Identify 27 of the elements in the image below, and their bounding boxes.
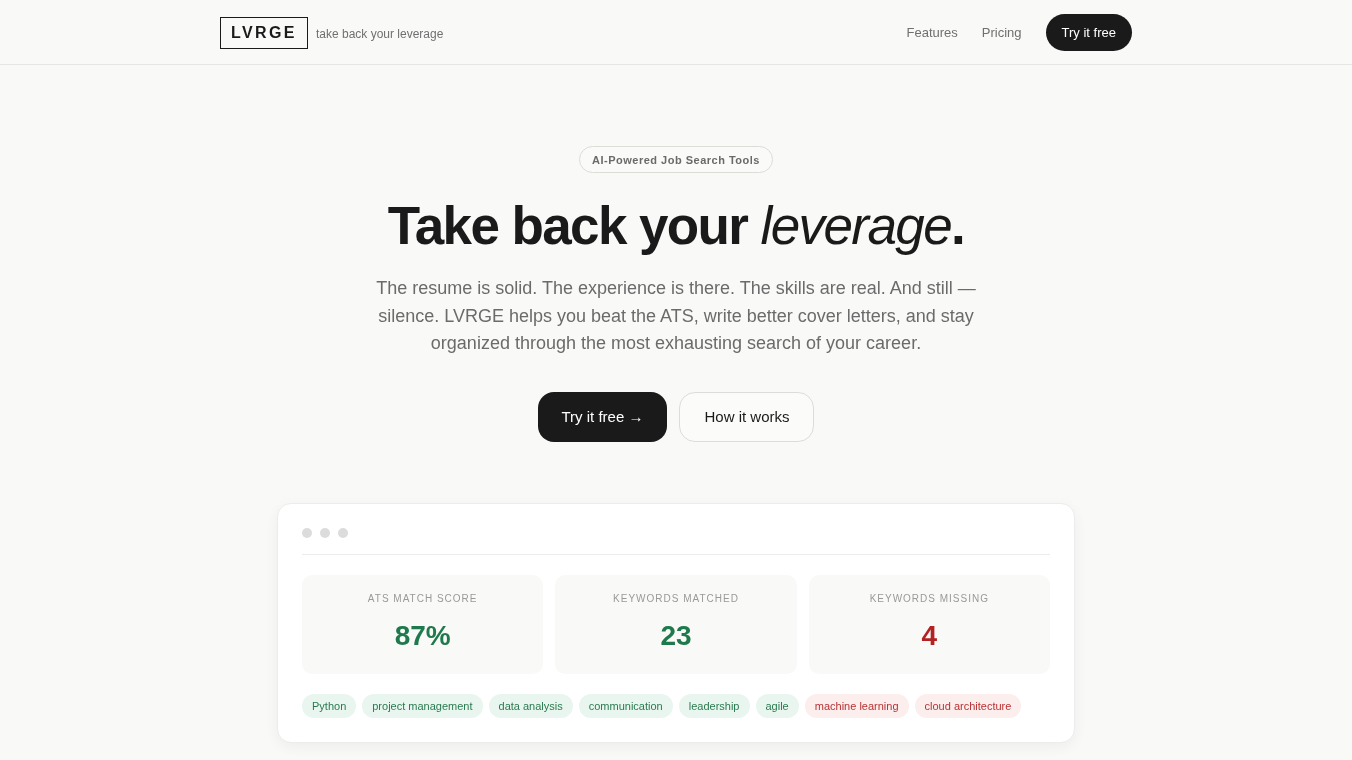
nav-link[interactable]: Pricing <box>981 24 1022 40</box>
keyword-tag: Python <box>302 693 357 718</box>
stat-value: 87% <box>394 618 451 653</box>
stat-value: 23 <box>660 618 692 653</box>
keyword-tag: project management <box>362 693 483 718</box>
nav-link[interactable]: Features <box>906 24 958 40</box>
badge: AI-Powered Job Search Tools <box>579 146 773 173</box>
keyword-tag: machine learning <box>804 693 909 718</box>
logo[interactable]: LVRGE <box>220 16 308 49</box>
keyword-tag: agile <box>755 693 799 718</box>
how-it-works-button[interactable]: How it works <box>679 391 815 442</box>
hero-title: Take back your leverage. <box>387 197 965 255</box>
try-free-button[interactable]: Try it free → <box>537 391 668 442</box>
window-dot-icon <box>338 527 348 538</box>
keyword-tag: leadership <box>678 693 750 718</box>
tagline: take back your leverage <box>315 27 444 41</box>
keyword-tag: communication <box>578 693 673 718</box>
stat-value: 4 <box>921 618 938 653</box>
stat-label: KEYWORDS MISSING <box>869 592 989 605</box>
stat-label: KEYWORDS MATCHED <box>613 592 739 605</box>
stat-label: ATS MATCH SCORE <box>367 592 478 605</box>
hero-description: The resume is solid. The experience is there. The skills are real. And still — silence. LVRGE helps you beat the ATS, write better cover letters, and stay organized through the most exhausting search of your career. <box>375 277 977 355</box>
keyword-tag: data analysis <box>488 693 573 718</box>
window-dot-icon <box>302 527 312 538</box>
keyword-tag: cloud architecture <box>914 693 1022 718</box>
window-dot-icon <box>320 527 330 538</box>
try-free-button[interactable]: Try it free <box>1045 13 1132 51</box>
